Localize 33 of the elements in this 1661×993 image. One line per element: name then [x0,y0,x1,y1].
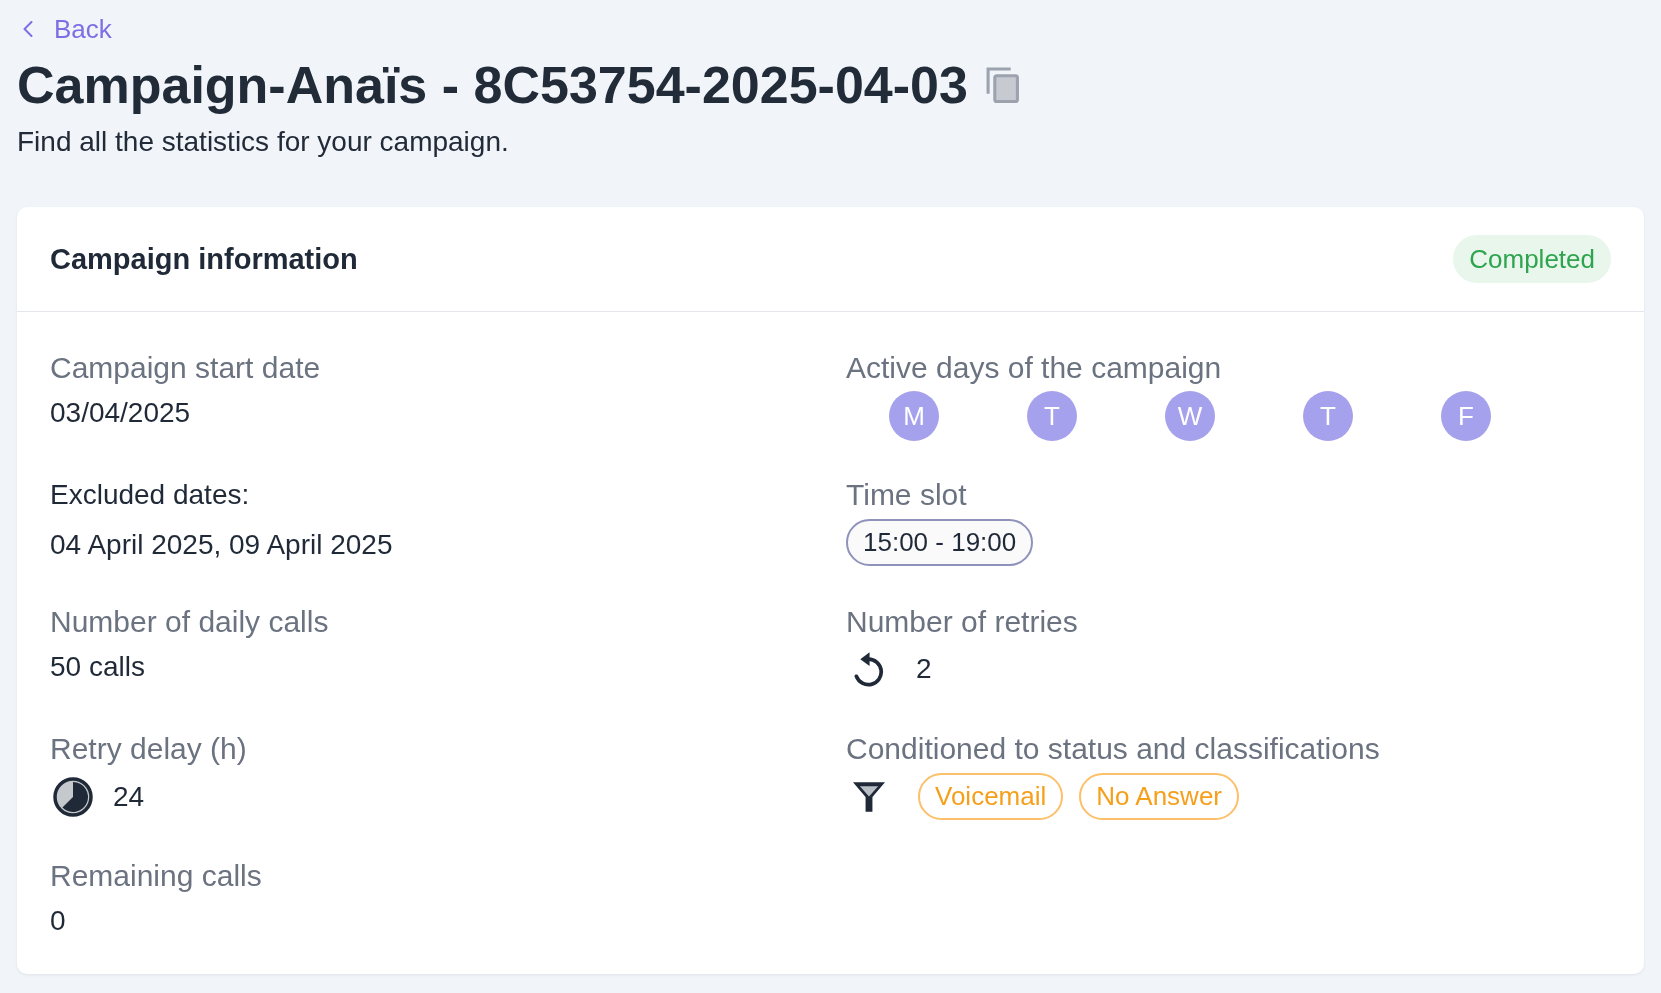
field-value: 03/04/2025 [50,396,192,430]
day-circle: T [1303,391,1353,441]
back-link[interactable]: Back [17,12,112,46]
clock-icon [53,777,93,817]
field-value: 24 [113,780,145,814]
field-value: 50 calls [50,650,146,684]
chevron-left-icon [23,21,33,37]
field-label: Retry delay (h) [50,731,248,767]
day-circle: M [889,391,939,441]
day-circle: W [1165,391,1215,441]
field-value: 04 April 2025, 09 April 2025 [50,528,394,562]
field-value: 0 [50,904,67,938]
time-slot: 15:00 - 19:00 [846,519,1034,566]
classification-tag: No Answer [1079,773,1239,820]
field-label: Active days of the campaign [846,350,1223,386]
card-title: Campaign information [50,242,358,276]
field-label: Conditioned to status and classifications [846,731,1381,767]
field-label: Time slot [846,477,968,513]
day-circle: T [1027,391,1077,441]
day-circle: F [1441,391,1491,441]
classification-tag: Voicemail [918,773,1064,820]
page-subtitle: Find all the statistics for your campaign. [17,125,510,159]
page-title: Campaign-Anaïs - 8C53754-2025-04-03 [17,55,968,115]
field-value: 2 [916,652,932,686]
status-badge: Completed [1453,235,1611,283]
field-label: Excluded dates: [50,478,251,512]
field-label: Remaining calls [50,858,263,894]
field-label: Number of retries [846,604,1079,640]
filter-icon [853,781,885,812]
retry-icon [853,651,885,687]
field-label: Number of daily calls [50,604,330,640]
copy-icon[interactable] [985,67,1019,103]
field-label: Campaign start date [50,350,322,386]
